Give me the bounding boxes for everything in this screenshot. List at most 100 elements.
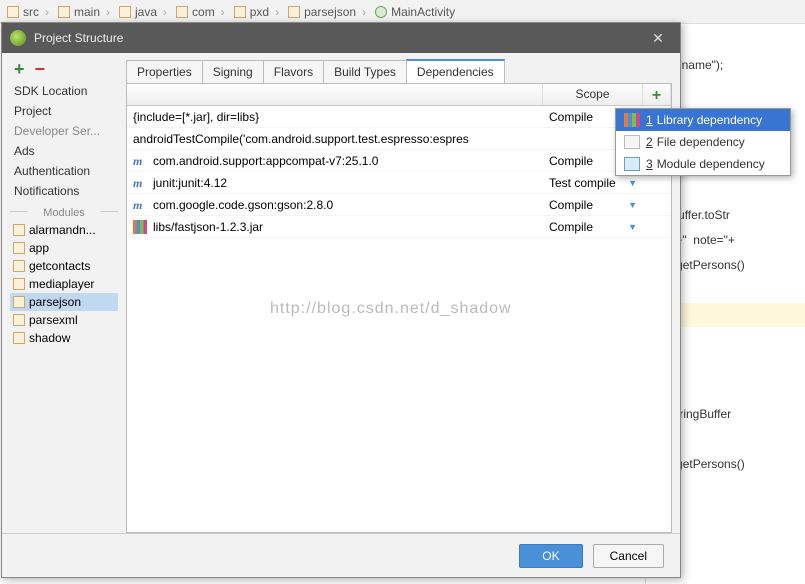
module-icon: [13, 332, 25, 344]
dep-scope-cell[interactable]: Test compile ▼: [543, 176, 643, 190]
module-label: alarmandn...: [29, 223, 96, 237]
popup-label: Library dependency: [657, 113, 762, 127]
module-mediaplayer[interactable]: mediaplayer: [10, 275, 118, 293]
popup-module-dependency[interactable]: 3 Module dependency: [616, 153, 790, 175]
dep-name: com.android.support:appcompat-v7:25.1.0: [153, 154, 378, 168]
tab-signing[interactable]: Signing: [202, 60, 264, 83]
dep-name-cell: androidTestCompile('com.android.support.…: [127, 132, 543, 146]
module-label: getcontacts: [29, 259, 90, 273]
module-label: app: [29, 241, 49, 255]
th-add: +: [643, 84, 671, 105]
dep-name: junit:junit:4.12: [153, 176, 227, 190]
crumb-com[interactable]: com: [173, 2, 231, 22]
th-scope[interactable]: Scope: [543, 84, 643, 105]
module-label: parsexml: [29, 313, 78, 327]
module-shadow[interactable]: shadow: [10, 329, 118, 347]
add-dependency-popup: 1 Library dependency 2 File dependency 3…: [615, 108, 791, 176]
crumb-label: MainActivity: [391, 5, 455, 19]
maven-icon: m: [133, 176, 147, 190]
sidebar-item-auth[interactable]: Authentication: [10, 161, 118, 181]
tab-dependencies[interactable]: Dependencies: [406, 59, 505, 83]
sidebar-item-notif[interactable]: Notifications: [10, 181, 118, 201]
remove-icon[interactable]: −: [35, 59, 46, 80]
table-row[interactable]: m junit:junit:4.12 Test compile ▼: [127, 172, 671, 194]
ok-button[interactable]: OK: [519, 544, 582, 568]
dep-name-cell: mcom.android.support:appcompat-v7:25.1.0: [127, 154, 543, 168]
table-row[interactable]: mcom.android.support:appcompat-v7:25.1.0…: [127, 150, 671, 172]
folder-icon: [176, 6, 188, 18]
dep-scope: Test compile: [549, 176, 616, 190]
module-icon: [13, 314, 25, 326]
android-studio-icon: [10, 30, 26, 46]
popup-label: File dependency: [657, 135, 745, 149]
crumb-src[interactable]: src: [4, 2, 55, 22]
dep-name: libs/fastjson-1.2.3.jar: [153, 220, 263, 234]
dep-name-cell: mcom.google.code.gson:gson:2.8.0: [127, 198, 543, 212]
dep-name-cell: {include=[*.jar], dir=libs}: [127, 110, 543, 124]
sidebar-item-project[interactable]: Project: [10, 101, 118, 121]
popup-file-dependency[interactable]: 2 File dependency: [616, 131, 790, 153]
folder-icon: [7, 6, 19, 18]
table-header: Scope +: [127, 84, 671, 106]
table-row[interactable]: androidTestCompile('com.android.support.…: [127, 128, 671, 150]
add-icon[interactable]: +: [14, 59, 25, 80]
chevron-down-icon[interactable]: ▼: [628, 178, 637, 188]
dep-scope: Compile: [549, 220, 593, 234]
sidebar-item-devservices[interactable]: Developer Ser...: [10, 121, 118, 141]
module-icon: [13, 296, 25, 308]
folder-icon: [288, 6, 300, 18]
table-row[interactable]: mcom.google.code.gson:gson:2.8.0Compile▼: [127, 194, 671, 216]
module-icon: [13, 260, 25, 272]
table-body: {include=[*.jar], dir=libs} Compile ▼ andro…: [127, 106, 671, 238]
close-button[interactable]: ✕: [644, 30, 672, 47]
crumb-label: parsejson: [304, 5, 356, 19]
crumb-mainactivity[interactable]: MainActivity: [372, 2, 461, 22]
breadcrumb: src main java com pxd parsejson MainActi…: [0, 0, 805, 24]
cancel-button[interactable]: Cancel: [593, 544, 664, 568]
crumb-main[interactable]: main: [55, 2, 116, 22]
popup-shortcut: 2: [646, 135, 653, 149]
module-getcontacts[interactable]: getcontacts: [10, 257, 118, 275]
crumb-label: src: [23, 5, 39, 19]
maven-icon: m: [133, 198, 147, 212]
sidebar-item-ads[interactable]: Ads: [10, 141, 118, 161]
popup-label: Module dependency: [657, 157, 765, 171]
modules-header: Modules: [10, 201, 118, 221]
chevron-down-icon[interactable]: ▼: [628, 222, 637, 232]
chevron-down-icon[interactable]: ▼: [628, 200, 637, 210]
module-icon: [13, 278, 25, 290]
dep-scope-cell[interactable]: Compile ▼: [543, 220, 643, 234]
table-row[interactable]: libs/fastjson-1.2.3.jar Compile ▼: [127, 216, 671, 238]
main-panel: Properties Signing Flavors Build Types D…: [126, 57, 672, 533]
crumb-label: com: [192, 5, 215, 19]
module-parsejson[interactable]: parsejson: [10, 293, 118, 311]
folder-icon: [119, 6, 131, 18]
tab-properties[interactable]: Properties: [126, 60, 203, 83]
crumb-label: pxd: [250, 5, 269, 19]
tab-buildtypes[interactable]: Build Types: [323, 60, 407, 83]
dep-scope: Compile: [549, 110, 593, 124]
sidebar: + − SDK Location Project Developer Ser..…: [10, 57, 118, 533]
add-dependency-icon[interactable]: +: [652, 87, 661, 104]
crumb-label: java: [135, 5, 157, 19]
dep-name: {include=[*.jar], dir=libs}: [133, 110, 259, 124]
tabs: Properties Signing Flavors Build Types D…: [126, 57, 672, 83]
module-icon: [13, 224, 25, 236]
module-icon: [13, 242, 25, 254]
table-row[interactable]: {include=[*.jar], dir=libs}Compile▼: [127, 106, 671, 128]
sidebar-toolbar: + −: [10, 57, 118, 81]
module-alarmandn[interactable]: alarmandn...: [10, 221, 118, 239]
sidebar-item-sdk[interactable]: SDK Location: [10, 81, 118, 101]
module-app[interactable]: app: [10, 239, 118, 257]
crumb-java[interactable]: java: [116, 2, 173, 22]
dep-scope-cell[interactable]: Compile▼: [543, 198, 643, 212]
crumb-parsejson[interactable]: parsejson: [285, 2, 372, 22]
th-name[interactable]: [127, 84, 543, 105]
tab-flavors[interactable]: Flavors: [263, 60, 324, 83]
popup-library-dependency[interactable]: 1 Library dependency: [616, 109, 790, 131]
module-parsexml[interactable]: parsexml: [10, 311, 118, 329]
dialog-titlebar[interactable]: Project Structure ✕: [2, 23, 680, 53]
class-icon: [375, 6, 387, 18]
crumb-pxd[interactable]: pxd: [231, 2, 285, 22]
module-dep-icon: [624, 157, 640, 171]
